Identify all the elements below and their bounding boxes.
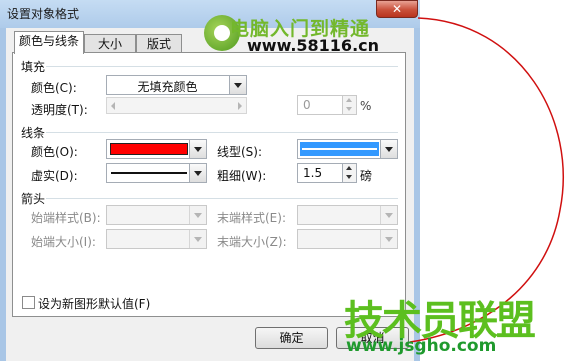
tab-colors-lines[interactable]: 颜色与线条 [14,31,84,54]
watermark-logo-inner [214,25,230,41]
watermark-top-url: www.58116.cn [247,36,380,55]
watermark-bottom-url: www.jsgho.com [346,336,497,356]
